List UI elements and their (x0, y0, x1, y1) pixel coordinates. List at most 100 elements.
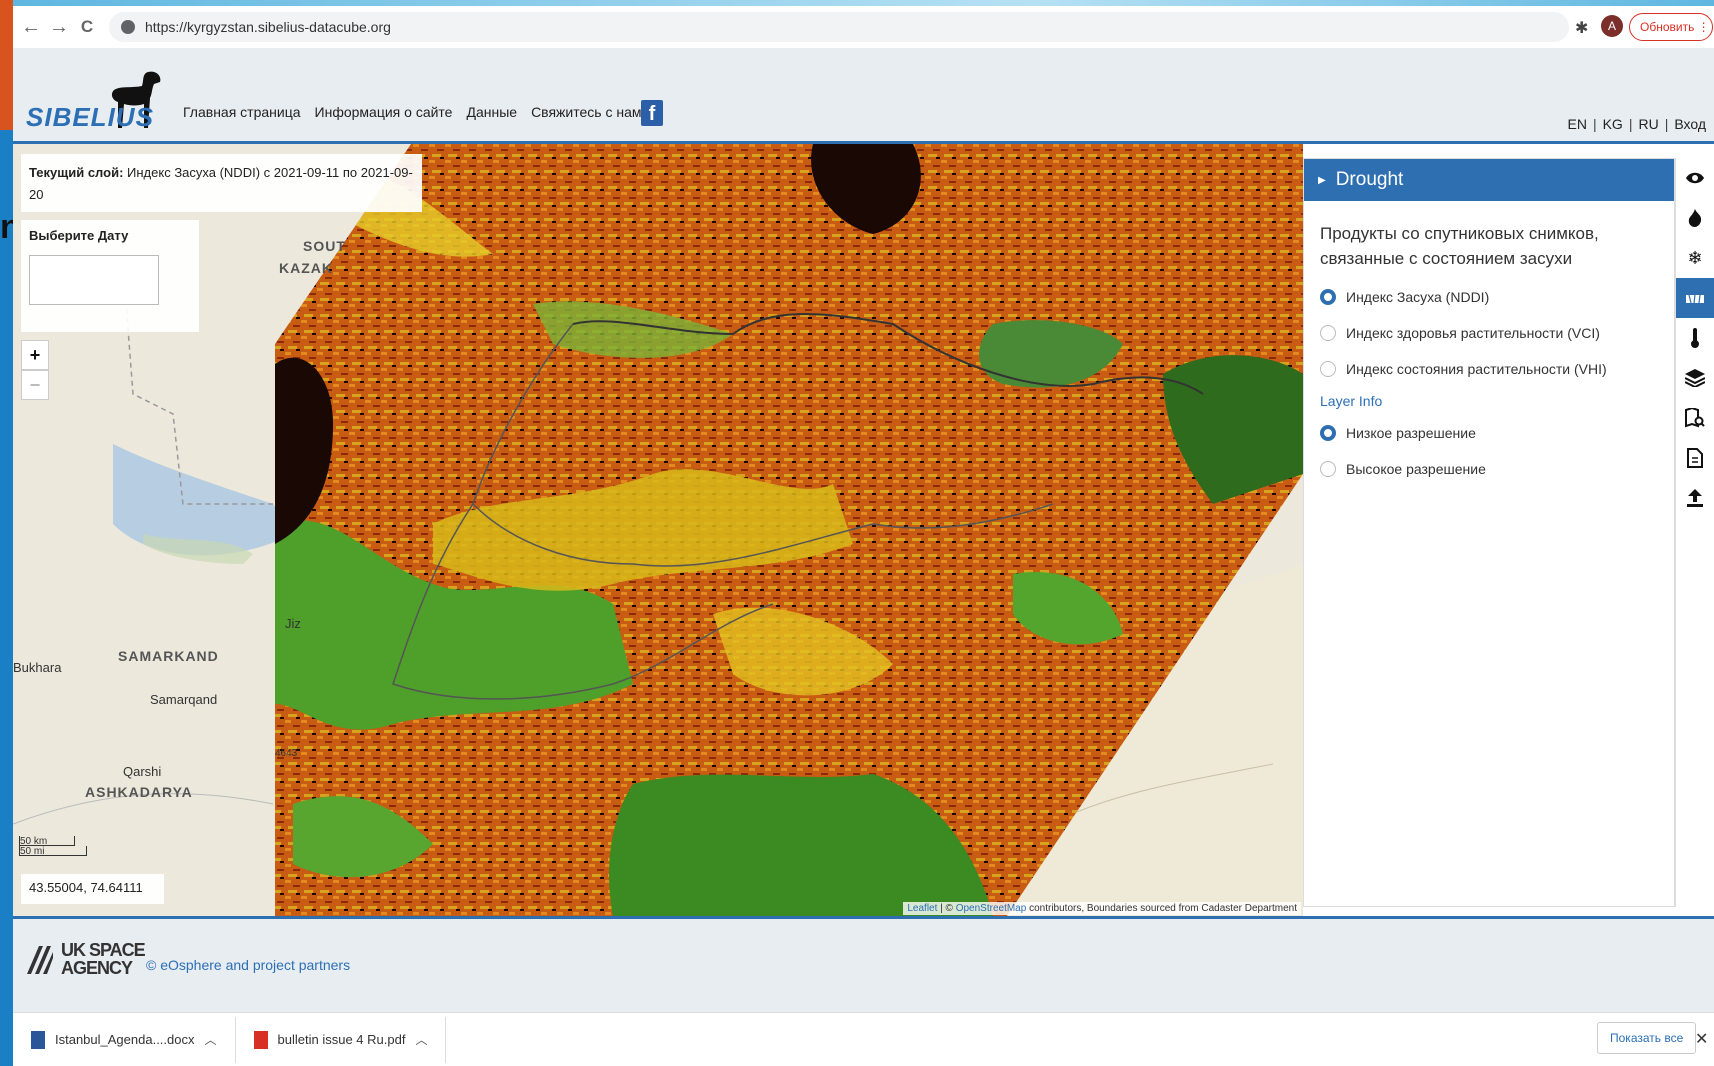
map-label-south-kaz-1: SOUT (303, 238, 346, 254)
drought-raster-layer (275, 144, 1303, 916)
profile-avatar[interactable]: A (1601, 15, 1623, 37)
current-layer-label: Текущий слой: (29, 165, 124, 180)
date-picker-label: Выберите Дату (29, 228, 129, 243)
map-label-number: 4643 (275, 748, 298, 759)
radio-button[interactable] (1320, 425, 1336, 441)
lang-en[interactable]: EN (1567, 116, 1586, 132)
map-label-south-kaz-2: KAZAK (279, 260, 333, 276)
map-search-icon[interactable] (1676, 398, 1714, 438)
panel-title: Drought (1335, 169, 1404, 190)
map-label-kashkadarya: ASHKADARYA (85, 784, 193, 800)
layers-icon[interactable] (1676, 358, 1714, 398)
zoom-out-button[interactable]: − (21, 370, 49, 400)
product-label: Индекс состояния растительности (VHI) (1346, 361, 1607, 377)
document-icon[interactable] (1676, 438, 1714, 478)
uksa-line2: AGENCY (61, 958, 133, 978)
uksa-mark-icon (27, 946, 53, 974)
date-picker-panel: Выберите Дату (21, 220, 199, 332)
menu-home[interactable]: Главная страница (183, 104, 301, 120)
drought-icon[interactable] (1676, 278, 1714, 318)
download-filename: bulletin issue 4 Ru.pdf (277, 1032, 406, 1047)
chevron-up-icon[interactable]: ︿ (415, 1031, 427, 1048)
reload-icon[interactable]: C (73, 17, 101, 37)
pdf-document-icon (253, 1030, 268, 1049)
url-text: https://kyrgyzstan.sibelius-datacube.org (145, 19, 391, 35)
browser-window: ← → C https://kyrgyzstan.sibelius-datacu… (13, 6, 1714, 1066)
map-label-bukhara: Bukhara (13, 660, 62, 675)
lang-ru[interactable]: RU (1638, 116, 1658, 132)
word-document-icon (31, 1030, 45, 1049)
map-label-jiz: Jiz (285, 616, 301, 631)
panel-description: Продукты со спутниковых снимков, связанн… (1320, 224, 1599, 268)
downloads-bar: Istanbul_Agenda....docx ︿ bulletin issue… (13, 1012, 1714, 1066)
date-input[interactable] (29, 255, 159, 305)
scale-bar: 50 km 50 mi (19, 836, 87, 857)
menu-contact[interactable]: Свяжитесь с нами (531, 104, 649, 120)
map-attribution: Leaflet | © OpenStreetMap contributors, … (903, 902, 1301, 915)
slide-left-edge (0, 0, 13, 1066)
scale-km: 50 km (19, 836, 75, 847)
drought-panel: ▶ Drought Продукты со спутниковых снимко… (1303, 158, 1675, 907)
uk-space-agency-logo[interactable]: UK SPACE AGENCY (25, 940, 146, 978)
copyright-text: © eOsphere and project partners (146, 957, 351, 973)
browser-toolbar: ← → C https://kyrgyzstan.sibelius-datacu… (13, 6, 1714, 48)
leaflet-link[interactable]: Leaflet (907, 903, 937, 914)
scale-mi: 50 mi (19, 846, 87, 857)
uksa-line1: UK SPACE (61, 940, 146, 960)
show-all-downloads-button[interactable]: Показать все (1597, 1022, 1697, 1054)
zoom-control: + − (21, 340, 49, 400)
resolution-option-low[interactable]: Низкое разрешение (1304, 415, 1674, 451)
current-layer-info: Текущий слой: Индекс Засуха (NDDI) с 202… (21, 154, 422, 212)
radio-button[interactable] (1320, 461, 1336, 477)
thermometer-icon[interactable] (1676, 318, 1714, 358)
download-item-docx[interactable]: Istanbul_Agenda....docx ︿ (13, 1016, 236, 1063)
map-label-samarkand: SAMARKAND (118, 648, 219, 664)
product-label: Индекс Засуха (NDDI) (1346, 289, 1490, 305)
resolution-label: Низкое разрешение (1346, 425, 1476, 441)
upload-icon[interactable] (1676, 478, 1714, 518)
close-icon[interactable]: ✕ (1695, 1029, 1708, 1049)
address-bar[interactable]: https://kyrgyzstan.sibelius-datacube.org (109, 12, 1569, 42)
map-view[interactable]: SOUT KAZAK SAMARKAND Samarqand Bukhara Q… (13, 144, 1303, 916)
cursor-coordinates: 43.55004, 74.64111 (21, 874, 164, 904)
resolution-option-high[interactable]: Высокое разрешение (1304, 451, 1674, 487)
layer-category-toolbar: ❄ (1675, 158, 1714, 907)
product-option-nddi[interactable]: Индекс Засуха (NDDI) (1304, 279, 1674, 315)
site-header: SIBELIUS Главная страница Информация о с… (13, 48, 1714, 144)
radio-button[interactable] (1320, 361, 1336, 377)
facebook-icon[interactable]: f (641, 100, 663, 126)
login-link[interactable]: Вход (1674, 116, 1706, 132)
osm-link[interactable]: OpenStreetMap (956, 903, 1027, 914)
update-label: Обновить (1640, 20, 1695, 34)
site-footer: UK SPACE AGENCY © eOsphere and project p… (13, 916, 1714, 1012)
extensions-icon[interactable]: ✱ (1575, 18, 1588, 38)
snowflake-icon[interactable]: ❄ (1676, 238, 1714, 278)
eye-icon[interactable] (1676, 158, 1714, 198)
main-menu: Главная страница Информация о сайте Данн… (183, 104, 649, 120)
product-option-vci[interactable]: Индекс здоровья растительности (VCI) (1304, 315, 1674, 351)
lang-kg[interactable]: KG (1603, 116, 1623, 132)
zoom-in-button[interactable]: + (21, 340, 49, 370)
radio-button[interactable] (1320, 289, 1336, 305)
map-label-qarshi: Qarshi (123, 764, 162, 779)
map-label-samarqand: Samarqand (150, 692, 218, 707)
product-option-vhi[interactable]: Индекс состояния растительности (VHI) (1304, 351, 1674, 387)
panel-header[interactable]: ▶ Drought (1304, 159, 1674, 201)
product-label: Индекс здоровья растительности (VCI) (1346, 325, 1600, 341)
back-icon[interactable]: ← (17, 16, 45, 39)
menu-about[interactable]: Информация о сайте (315, 104, 453, 120)
fire-icon[interactable] (1676, 198, 1714, 238)
forward-icon[interactable]: → (45, 16, 73, 39)
layer-info-link[interactable]: Layer Info (1304, 387, 1674, 415)
language-switcher: EN | KG | RU | Вход (1567, 116, 1706, 132)
attribution-text: contributors, Boundaries sourced from Ca… (1026, 903, 1297, 914)
site-logo[interactable]: SIBELIUS (26, 102, 154, 133)
radio-button[interactable] (1320, 325, 1336, 341)
download-filename: Istanbul_Agenda....docx (55, 1032, 195, 1047)
menu-data[interactable]: Данные (466, 104, 517, 120)
download-item-pdf[interactable]: bulletin issue 4 Ru.pdf ︿ (236, 1016, 447, 1063)
chevron-up-icon[interactable]: ︿ (205, 1031, 217, 1048)
update-button[interactable]: Обновить ⋮ (1629, 13, 1713, 41)
site-info-icon[interactable] (121, 20, 135, 34)
caret-right-icon: ▶ (1318, 174, 1326, 186)
